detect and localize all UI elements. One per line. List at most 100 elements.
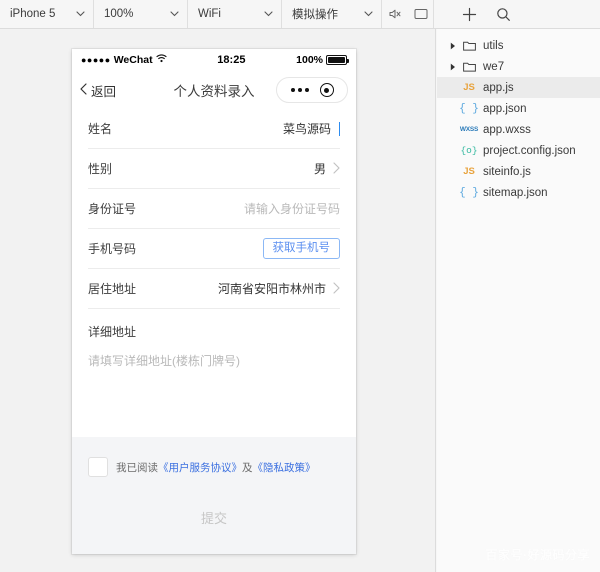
form-row-gender[interactable]: 性别 男	[88, 149, 340, 189]
expand-arrow-icon[interactable]	[447, 63, 459, 71]
file-tree-row[interactable]: { } sitemap.json	[437, 182, 600, 203]
js-file-icon: JS	[463, 166, 475, 177]
workspace: ●●●●● WeChat 18:25 100% 返回 个人资料录入 姓名 菜鸟源…	[0, 29, 600, 572]
chevron-down-icon	[248, 11, 273, 17]
submit-button[interactable]: 提交	[92, 499, 336, 535]
carrier-label: WeChat	[113, 54, 153, 66]
device-select[interactable]: iPhone 5	[0, 0, 94, 28]
simulator-pane: ●●●●● WeChat 18:25 100% 返回 个人资料录入 姓名 菜鸟源…	[0, 29, 436, 572]
chevron-down-icon	[154, 11, 179, 17]
file-tree: utils we7 JS app.js { } app.json WXSS app.wxss {…	[437, 29, 600, 203]
form-row-name[interactable]: 姓名 菜鸟源码	[88, 109, 340, 149]
detail-address-input[interactable]: 请填写详细地址(楼栋门牌号)	[88, 352, 340, 369]
json-file-icon: { }	[459, 102, 479, 115]
name-input-value: 菜鸟源码	[282, 122, 331, 136]
chevron-down-icon	[348, 11, 373, 17]
back-button[interactable]: 返回	[80, 81, 116, 100]
top-toolbar: iPhone 5 100% WiFi 模拟操作	[0, 0, 600, 29]
more-dots-icon[interactable]	[290, 88, 309, 92]
agreement-row[interactable]: 我已阅读《用户服务协议》及《隐私政策》	[88, 457, 340, 477]
network-select[interactable]: WiFi	[188, 0, 282, 28]
chevron-left-icon	[80, 82, 87, 98]
file-tree-row-label: utils	[483, 39, 504, 52]
file-tree-row[interactable]: utils	[437, 35, 600, 56]
file-tree-row-label: app.json	[483, 102, 527, 115]
form-label-phone: 手机号码	[88, 242, 137, 256]
form-label-id-number: 身份证号	[88, 202, 137, 216]
file-tree-row-label: app.js	[483, 81, 514, 94]
agreement-checkbox[interactable]	[88, 457, 108, 477]
speaker-mute-icon[interactable]	[382, 0, 408, 28]
form-label-residence: 居住地址	[88, 282, 137, 296]
text-caret	[339, 121, 340, 136]
form-label-name: 姓名	[88, 122, 113, 136]
zoom-select[interactable]: 100%	[94, 0, 188, 28]
battery-percent-label: 100%	[296, 54, 323, 66]
status-bar-right: 100%	[296, 54, 349, 66]
battery-icon	[326, 55, 349, 65]
file-explorer-pane: utils we7 JS app.js { } app.json WXSS app.wxss {…	[437, 29, 600, 572]
device-select-label: iPhone 5	[10, 8, 56, 20]
json-file-icon: { }	[459, 186, 479, 199]
form-value-name[interactable]: 菜鸟源码	[283, 120, 340, 137]
config-file-icon: {o}	[460, 145, 478, 156]
chevron-down-icon	[60, 11, 85, 17]
chevron-right-icon	[333, 281, 340, 296]
form-value-residence[interactable]: 河南省安阳市林州市	[218, 280, 340, 297]
file-pane-toolbar	[446, 0, 512, 28]
form-row-phone[interactable]: 手机号码 获取手机号	[88, 229, 340, 269]
simulate-select-label: 模拟操作	[292, 9, 338, 21]
agreement-text: 我已阅读《用户服务协议》及《隐私政策》	[116, 460, 316, 475]
phone-nav-bar: 返回 个人资料录入	[72, 71, 356, 109]
expand-arrow-icon[interactable]	[447, 42, 459, 50]
file-tree-row[interactable]: JS siteinfo.js	[437, 161, 600, 182]
form-row-detail-address[interactable]: 详细地址 请填写详细地址(楼栋门牌号)	[88, 309, 340, 385]
chevron-right-icon	[333, 161, 340, 176]
form-row-id-number[interactable]: 身份证号 请输入身份证号码	[88, 189, 340, 229]
file-tree-row-label: project.config.json	[483, 144, 576, 157]
wifi-icon	[156, 54, 167, 66]
form-label-detail-address: 详细地址	[88, 325, 137, 339]
phone-simulator: ●●●●● WeChat 18:25 100% 返回 个人资料录入 姓名 菜鸟源…	[72, 49, 356, 554]
file-tree-row[interactable]: we7	[437, 56, 600, 77]
file-tree-row[interactable]: {o} project.config.json	[437, 140, 600, 161]
status-bar-left: ●●●●● WeChat	[81, 54, 167, 66]
file-tree-row-label: sitemap.json	[483, 186, 548, 199]
js-file-icon: JS	[463, 82, 475, 93]
phone-screen-body: 姓名 菜鸟源码 性别 男 身份证号 请输入身份证号码 手机号码 获取手机号 居住…	[72, 109, 356, 554]
file-tree-row[interactable]: WXSS app.wxss	[437, 119, 600, 140]
status-bar-time: 18:25	[217, 54, 246, 66]
folder-icon	[459, 61, 479, 72]
form-value-gender[interactable]: 男	[314, 160, 340, 177]
wxss-file-icon: WXSS	[459, 126, 479, 133]
gender-value: 男	[313, 162, 326, 176]
target-icon[interactable]	[319, 83, 334, 97]
residence-value: 河南省安阳市林州市	[217, 282, 326, 296]
zoom-select-label: 100%	[104, 8, 134, 20]
signal-dots-icon: ●●●●●	[81, 55, 111, 65]
form-label-gender: 性别	[88, 162, 113, 176]
form-value-phone: 获取手机号	[262, 237, 340, 260]
search-icon[interactable]	[494, 5, 512, 23]
phone-status-bar: ●●●●● WeChat 18:25 100%	[72, 49, 356, 71]
file-tree-row-label: we7	[483, 60, 505, 73]
file-tree-row[interactable]: { } app.json	[437, 98, 600, 119]
network-select-label: WiFi	[198, 8, 221, 20]
agreement-prefix: 我已阅读	[116, 461, 158, 474]
agreement-conjunction: 及	[242, 461, 253, 474]
id-number-input[interactable]: 请输入身份证号码	[244, 200, 340, 217]
wechat-capsule[interactable]	[276, 77, 348, 103]
form-row-residence[interactable]: 居住地址 河南省安阳市林州市	[88, 269, 340, 309]
get-phone-number-button[interactable]: 获取手机号	[262, 237, 340, 260]
simulate-select[interactable]: 模拟操作	[282, 0, 382, 28]
plus-icon[interactable]	[460, 5, 478, 23]
file-tree-row-label: siteinfo.js	[483, 165, 531, 178]
back-button-label: 返回	[91, 84, 117, 99]
file-tree-row[interactable]: JS app.js	[437, 77, 600, 98]
screen-icon[interactable]	[408, 0, 434, 28]
privacy-policy-link[interactable]: 《隐私政策》	[253, 462, 316, 474]
folder-icon	[459, 40, 479, 51]
user-service-agreement-link[interactable]: 《用户服务协议》	[158, 462, 242, 474]
file-tree-row-label: app.wxss	[483, 123, 531, 136]
